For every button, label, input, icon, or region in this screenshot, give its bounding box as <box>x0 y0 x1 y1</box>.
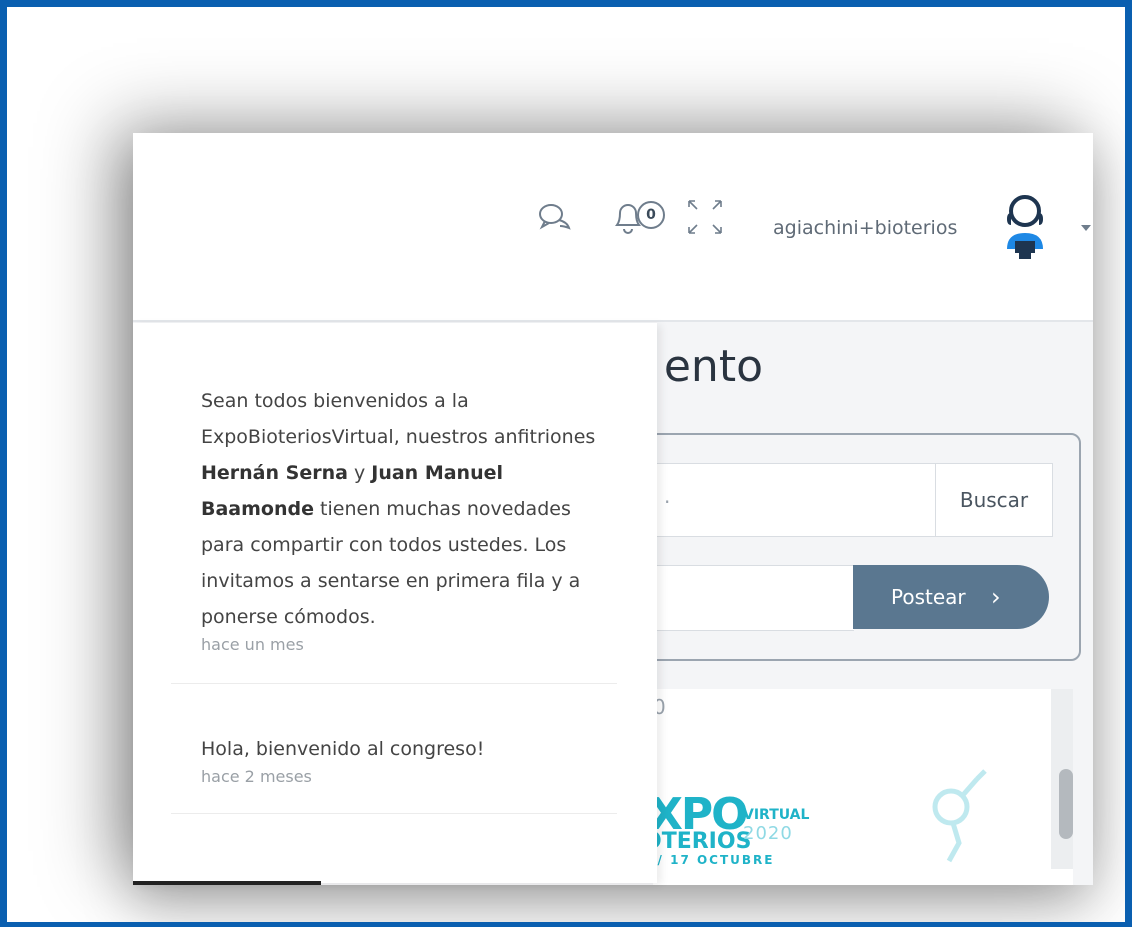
notification-message: Hola, bienvenido al congreso! <box>201 738 485 760</box>
notification-item[interactable]: Sean todos bienvenidos a la ExpoBioterio… <box>171 383 617 684</box>
host-name: Hernán Serna <box>201 462 348 484</box>
banner-virtual-text: VIRTUAL <box>743 807 810 823</box>
notification-time: hace un mes <box>201 635 304 654</box>
banner-year-text: 2020 <box>743 823 793 844</box>
search-button[interactable]: Buscar <box>935 464 1052 536</box>
expand-icon[interactable] <box>685 197 725 237</box>
post-button[interactable]: Postear › <box>853 565 1049 629</box>
chat-icon[interactable] <box>537 201 573 233</box>
post-button-label: Postear <box>891 585 966 609</box>
username-label[interactable]: agiachini+bioterios <box>773 217 957 239</box>
notification-time: hace 2 meses <box>201 767 312 786</box>
post-input[interactable] <box>653 565 854 631</box>
scrollbar-thumb[interactable] <box>1059 769 1073 839</box>
app-window: 0 agiachini+bioterios ento . Buscar Post… <box>133 133 1093 885</box>
banner-sub-text: OTERIOS <box>643 829 752 854</box>
screenshot-frame: 0 agiachini+bioterios ento . Buscar Post… <box>7 7 1125 922</box>
user-avatar-icon[interactable] <box>1001 191 1049 263</box>
bottom-indicator-bar <box>133 881 321 885</box>
search-input[interactable]: . Buscar <box>653 463 1053 537</box>
caret-down-icon[interactable] <box>1081 225 1091 231</box>
expo-banner: XPO OTERIOS VIRTUAL 2020 6 / 17 OCTUBRE <box>633 773 933 873</box>
top-navbar: 0 agiachini+bioterios <box>133 133 1093 322</box>
notifications-dropdown: Sean todos bienvenidos a la ExpoBioterio… <box>133 323 657 883</box>
notification-message: Sean todos bienvenidos a la ExpoBioterio… <box>201 390 596 628</box>
notification-count-badge: 0 <box>637 201 665 229</box>
search-placeholder: . <box>664 484 671 508</box>
chevron-right-icon: › <box>991 583 1001 611</box>
notification-item[interactable]: Hola, bienvenido al congreso! hace 2 mes… <box>171 717 617 814</box>
banner-date-text: 6 / 17 OCTUBRE <box>641 853 775 867</box>
molecule-decoration-icon <box>932 769 987 863</box>
